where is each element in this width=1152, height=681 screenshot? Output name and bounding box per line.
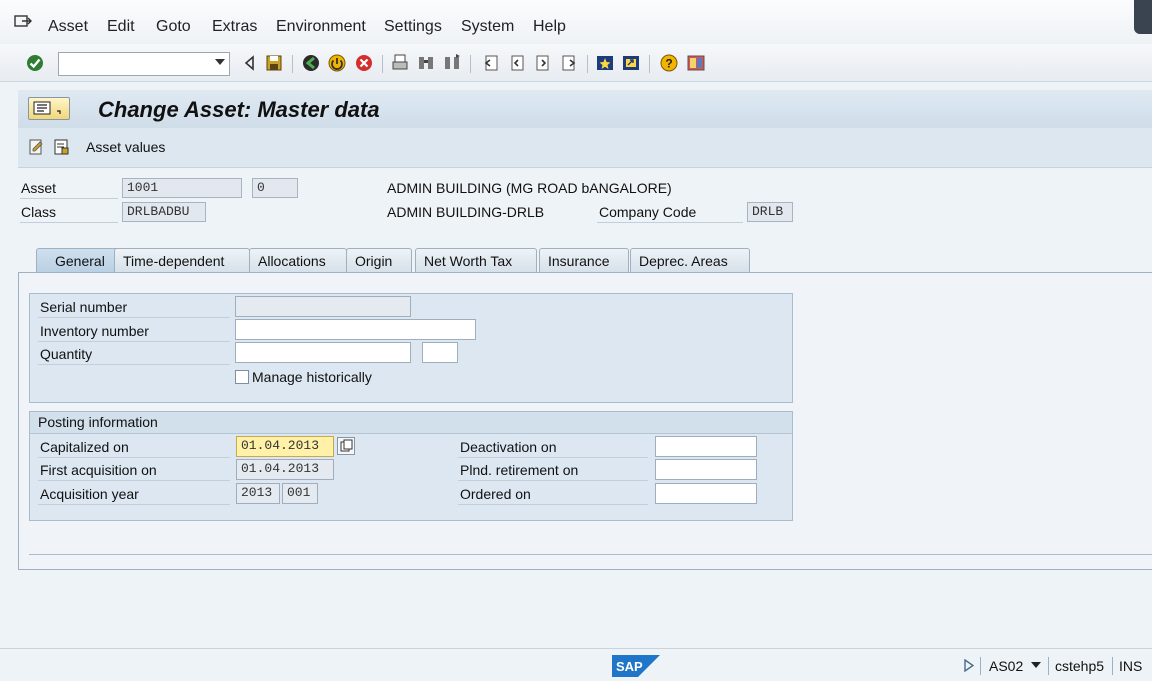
object-services-icon [33, 101, 61, 115]
menu-extras[interactable]: Extras [212, 18, 257, 36]
generic-object-services-button[interactable] [28, 97, 70, 120]
copy-icon [340, 439, 353, 452]
tab-time-dependent[interactable]: Time-dependent [114, 248, 250, 273]
sap-logo-icon: SAP [612, 655, 660, 677]
company-code-label: Company Code [599, 204, 697, 220]
system-menu-icon[interactable] [14, 14, 32, 30]
command-input[interactable] [59, 53, 209, 75]
back-green-icon[interactable] [301, 53, 321, 73]
tab-allocations[interactable]: Allocations [249, 248, 347, 273]
serial-number-field[interactable] [235, 296, 411, 317]
prev-page-icon[interactable] [507, 53, 527, 73]
exit-icon[interactable] [327, 53, 347, 73]
capitalized-on-field[interactable]: 01.04.2013 [236, 436, 334, 457]
find-icon[interactable] [416, 53, 436, 73]
menu-edit[interactable]: Edit [107, 18, 135, 36]
acquisition-period-field[interactable]: 001 [282, 483, 318, 504]
manage-historically-label: Manage historically [252, 369, 372, 385]
title-bar: Change Asset: Master data [18, 90, 1152, 128]
quantity-unit-field[interactable] [422, 342, 458, 363]
status-bar: SAP AS02 cstehp5 INS [0, 648, 1152, 681]
tab-strip: General Time-dependent Allocations Origi… [18, 248, 1152, 274]
posting-information-title: Posting information [30, 412, 792, 434]
page-title: Change Asset: Master data [98, 97, 380, 122]
menu-environment[interactable]: Environment [276, 18, 366, 36]
chevron-down-icon[interactable] [215, 59, 225, 65]
layout-icon[interactable] [686, 53, 706, 73]
shortcut-icon[interactable] [621, 53, 641, 73]
next-page-icon[interactable] [533, 53, 553, 73]
new-session-icon[interactable] [595, 53, 615, 73]
asset-values-icon[interactable] [53, 138, 71, 156]
asset-number-field[interactable]: 1001 [122, 178, 242, 198]
menu-system[interactable]: System [461, 18, 514, 36]
insert-mode[interactable]: INS [1119, 658, 1142, 674]
command-field[interactable] [58, 52, 230, 76]
capitalized-on-label: Capitalized on [40, 439, 129, 455]
planned-retirement-field[interactable] [655, 459, 757, 480]
tab-net-worth-tax[interactable]: Net Worth Tax [415, 248, 537, 273]
company-code-field[interactable]: DRLB [747, 202, 793, 222]
acquisition-year-label: Acquisition year [40, 486, 139, 502]
asset-description: ADMIN BUILDING (MG ROAD bANGALORE) [387, 180, 672, 196]
manage-historically-checkbox[interactable] [235, 370, 249, 384]
ordered-on-label: Ordered on [460, 486, 531, 502]
quantity-label: Quantity [40, 346, 93, 362]
enter-icon[interactable] [25, 53, 45, 73]
menu-help[interactable]: Help [533, 18, 566, 36]
window-edge [1134, 0, 1152, 34]
class-field[interactable]: DRLBADBU [122, 202, 206, 222]
inventory-number-field[interactable] [235, 319, 476, 340]
menu-asset[interactable]: Asset [48, 18, 88, 36]
svg-text:SAP: SAP [616, 659, 643, 674]
application-toolbar: Asset values [18, 128, 1152, 168]
find-next-icon[interactable] [442, 53, 462, 73]
asset-label: Asset [21, 180, 57, 196]
posting-information-group: Posting information Capitalized on 01.04… [29, 411, 793, 521]
first-acquisition-label: First acquisition on [40, 462, 157, 478]
ordered-on-field[interactable] [655, 483, 757, 504]
back-icon[interactable] [240, 53, 260, 73]
cancel-icon[interactable] [354, 53, 374, 73]
save-icon[interactable] [264, 53, 284, 73]
acquisition-year-field[interactable]: 2013 [236, 483, 280, 504]
tab-content-general: Serial number Inventory number Quantity … [18, 272, 1152, 570]
calendar-button[interactable] [337, 437, 355, 455]
chevron-down-icon[interactable] [1031, 662, 1041, 669]
sub-number-field[interactable]: 0 [252, 178, 298, 198]
menu-bar: Asset Edit Goto Extras Environment Setti… [0, 0, 1152, 44]
transaction-code[interactable]: AS02 [989, 658, 1023, 674]
planned-retirement-label: Plnd. retirement on [460, 462, 579, 478]
content-bottom-divider [29, 554, 1152, 555]
general-group: Serial number Inventory number Quantity … [29, 293, 793, 403]
print-icon[interactable] [390, 53, 410, 73]
tab-deprec-areas[interactable]: Deprec. Areas [630, 248, 750, 273]
menu-settings[interactable]: Settings [384, 18, 442, 36]
last-page-icon[interactable] [559, 53, 579, 73]
svg-text:?: ? [665, 57, 672, 71]
tab-origin[interactable]: Origin [346, 248, 412, 273]
asset-values-button[interactable]: Asset values [86, 139, 165, 155]
server-name: cstehp5 [1055, 658, 1105, 674]
menu-goto[interactable]: Goto [156, 18, 191, 36]
help-icon[interactable]: ? [659, 53, 679, 73]
inventory-number-label: Inventory number [40, 323, 149, 339]
serial-number-label: Serial number [40, 299, 128, 315]
tab-insurance[interactable]: Insurance [539, 248, 629, 273]
first-acquisition-field[interactable]: 01.04.2013 [236, 459, 334, 480]
first-page-icon[interactable] [481, 53, 501, 73]
class-label: Class [21, 204, 57, 220]
standard-toolbar: ? [0, 44, 1152, 82]
deactivation-field[interactable] [655, 436, 757, 457]
deactivation-label: Deactivation on [460, 439, 557, 455]
class-description: ADMIN BUILDING-DRLB [387, 204, 545, 220]
display-change-icon[interactable] [28, 138, 46, 156]
quantity-field[interactable] [235, 342, 411, 363]
status-expand-icon[interactable] [964, 659, 974, 672]
